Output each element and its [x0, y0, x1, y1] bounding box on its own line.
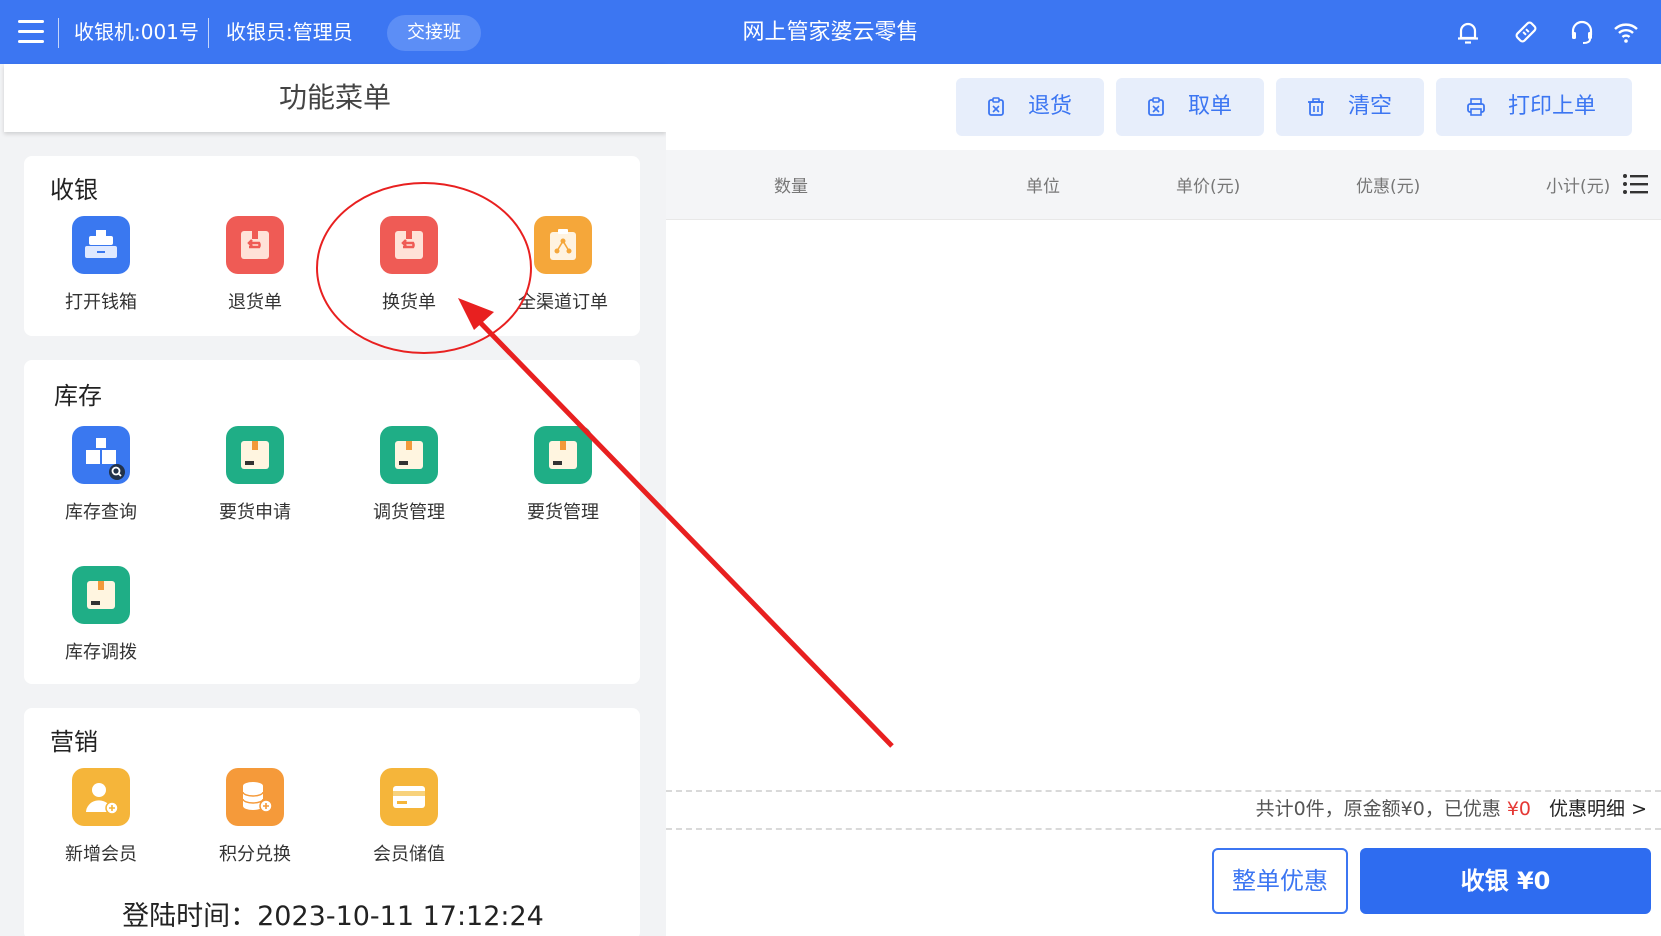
omnichannel-order-button[interactable]: 全渠道订单	[486, 216, 640, 314]
transfer-manage-button[interactable]: 调货管理	[332, 426, 486, 524]
return-order-button[interactable]: 退货单	[178, 216, 332, 314]
table-header: 数量 单位 单价(元) 优惠(元) 小计(元)	[666, 150, 1661, 220]
column-header: 单位	[1026, 177, 1060, 197]
stock-allocate-icon	[72, 566, 130, 624]
points-exchange-button[interactable]: 积分兑换	[178, 768, 332, 866]
button-label: 打印上单	[1508, 94, 1597, 119]
order-area: 退货 取单 清空 打印上单 数量 单位 单价(元) 优惠(元) 小计(元) 共计…	[666, 64, 1661, 936]
section-title: 收银	[50, 176, 98, 204]
section-title: 营销	[50, 728, 98, 756]
button-label: 取单	[1188, 94, 1233, 119]
menu-item-label: 换货单	[382, 292, 436, 313]
exchange-order-icon	[380, 216, 438, 274]
menu-item-label: 打开钱箱	[65, 292, 137, 313]
order-summary: 共计0件，原金额¥0，已优惠 ¥0 优惠明细 >	[1256, 794, 1647, 821]
app-title: 网上管家婆云零售	[742, 20, 919, 45]
omnichannel-order-icon	[534, 216, 592, 274]
retrieve-order-button[interactable]: 取单	[1116, 78, 1264, 136]
request-goods-icon	[226, 426, 284, 484]
function-menu-panel: 功能菜单 收银 打开钱箱 退货单 换货单 全渠道订单 库存 库存查询 要货申请 …	[0, 64, 666, 936]
checkout-button[interactable]: 收银 ¥0	[1360, 848, 1651, 914]
request-goods-button[interactable]: 要货申请	[178, 426, 332, 524]
menu-item-label: 积分兑换	[219, 844, 291, 865]
discount-detail-link[interactable]: 优惠明细 >	[1549, 798, 1647, 820]
menu-item-label: 要货管理	[527, 502, 599, 523]
column-header: 单价(元)	[1176, 177, 1241, 197]
column-header: 优惠(元)	[1356, 177, 1421, 197]
discount-amount: ¥0	[1506, 798, 1532, 820]
request-manage-button[interactable]: 要货管理	[486, 426, 640, 524]
menu-item-label: 库存调拨	[65, 642, 137, 663]
request-manage-icon	[534, 426, 592, 484]
menu-item-label: 新增会员	[65, 844, 137, 865]
return-order-icon	[226, 216, 284, 274]
top-bar: 收银机:001号 收银员:管理员 交接班 网上管家婆云零售	[0, 0, 1661, 64]
bell-icon[interactable]	[1454, 18, 1482, 46]
retrieve-order-icon	[1148, 97, 1164, 116]
whole-order-discount-button[interactable]: 整单优惠	[1212, 848, 1348, 914]
stock-query-icon	[72, 426, 130, 484]
column-header: 小计(元)	[1546, 177, 1611, 197]
list-settings-icon[interactable]	[1622, 172, 1648, 196]
menu-title: 功能菜单	[4, 64, 666, 132]
button-label: 退货	[1028, 94, 1073, 119]
menu-item-label: 全渠道订单	[518, 292, 608, 313]
add-member-icon	[72, 768, 130, 826]
divider	[666, 790, 1661, 792]
headset-icon[interactable]	[1568, 18, 1596, 46]
menu-item-label: 调货管理	[373, 502, 445, 523]
section-title: 库存	[54, 382, 102, 410]
summary-text: 共计0件，原金额¥0，已优惠	[1255, 798, 1501, 820]
open-cash-drawer-button[interactable]: 打开钱箱	[24, 216, 178, 314]
login-time: 登陆时间：2023-10-11 17:12:24	[122, 901, 544, 932]
points-exchange-icon	[226, 768, 284, 826]
menu-item-label: 库存查询	[65, 502, 137, 523]
transfer-manage-icon	[380, 426, 438, 484]
stock-query-button[interactable]: 库存查询	[24, 426, 178, 524]
column-header: 数量	[774, 177, 808, 197]
exchange-order-button[interactable]: 换货单	[332, 216, 486, 314]
member-stored-value-button[interactable]: 会员储值	[332, 768, 486, 866]
menu-item-label: 要货申请	[219, 502, 291, 523]
return-icon	[988, 97, 1004, 116]
menu-item-label: 退货单	[228, 292, 282, 313]
section-inventory: 库存 库存查询 要货申请 调货管理 要货管理 库存调拨	[24, 360, 640, 684]
member-stored-value-icon	[380, 768, 438, 826]
return-button[interactable]: 退货	[956, 78, 1104, 136]
trash-icon	[1308, 98, 1324, 116]
stock-allocate-button[interactable]: 库存调拨	[24, 566, 178, 664]
tag-icon[interactable]	[1512, 18, 1540, 46]
print-last-order-button[interactable]: 打印上单	[1436, 78, 1632, 136]
wifi-icon	[1614, 23, 1638, 43]
cash-drawer-icon	[72, 216, 130, 274]
divider	[666, 828, 1661, 830]
clear-button[interactable]: 清空	[1276, 78, 1424, 136]
printer-icon	[1467, 98, 1485, 116]
menu-item-label: 会员储值	[373, 844, 445, 865]
button-label: 清空	[1348, 94, 1393, 119]
section-cashier: 收银 打开钱箱 退货单 换货单 全渠道订单	[24, 156, 640, 336]
add-member-button[interactable]: 新增会员	[24, 768, 178, 866]
